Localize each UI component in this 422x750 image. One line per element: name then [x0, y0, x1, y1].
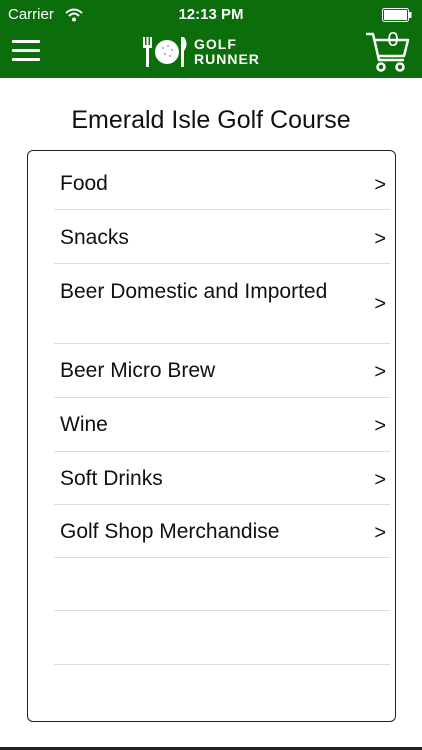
chevron-right-icon: >: [374, 293, 386, 315]
menu-button[interactable]: [12, 40, 40, 62]
app-header: Carrier 12:13 PM GOLF RUNNER 0: [0, 0, 422, 78]
category-row-beer-domestic[interactable]: Beer Domestic and Imported >: [54, 264, 390, 344]
app-logo: GOLF RUNNER: [140, 34, 285, 70]
category-row-food[interactable]: Food >: [54, 151, 390, 210]
category-row-snacks[interactable]: Snacks >: [54, 210, 390, 264]
category-list: Food > Snacks > Beer Domestic and Import…: [27, 150, 396, 722]
category-label: Beer Micro Brew: [60, 359, 216, 382]
empty-row: [54, 558, 390, 611]
chevron-right-icon: >: [374, 522, 386, 544]
status-time: 12:13 PM: [178, 6, 244, 23]
cart-count-badge: 0: [387, 29, 399, 51]
hamburger-menu-icon: [12, 40, 40, 43]
category-label: Wine: [60, 413, 108, 436]
category-row-beer-micro[interactable]: Beer Micro Brew >: [54, 344, 390, 398]
logo-text-runner: RUNNER: [194, 51, 260, 67]
chevron-right-icon: >: [374, 228, 386, 250]
battery-icon: [382, 8, 412, 22]
category-label: Snacks: [60, 226, 129, 249]
chevron-right-icon: >: [374, 469, 386, 491]
chevron-right-icon: >: [374, 174, 386, 196]
logo-text-golf: GOLF: [194, 36, 237, 52]
category-row-golf-shop[interactable]: Golf Shop Merchandise >: [54, 505, 390, 558]
category-row-soft-drinks[interactable]: Soft Drinks >: [54, 452, 390, 505]
status-bar: Carrier 12:13 PM: [0, 0, 422, 30]
empty-row: [54, 611, 390, 665]
category-row-wine[interactable]: Wine >: [54, 398, 390, 452]
category-label: Food: [60, 172, 108, 195]
category-label: Soft Drinks: [60, 467, 163, 490]
chevron-right-icon: >: [374, 415, 386, 437]
fork-knife-golf-ball-icon: [143, 37, 187, 67]
chevron-right-icon: >: [374, 361, 386, 383]
course-title: Emerald Isle Golf Course: [71, 106, 351, 134]
category-label: Golf Shop Merchandise: [60, 520, 280, 543]
category-label: Beer Domestic and Imported: [60, 280, 328, 303]
